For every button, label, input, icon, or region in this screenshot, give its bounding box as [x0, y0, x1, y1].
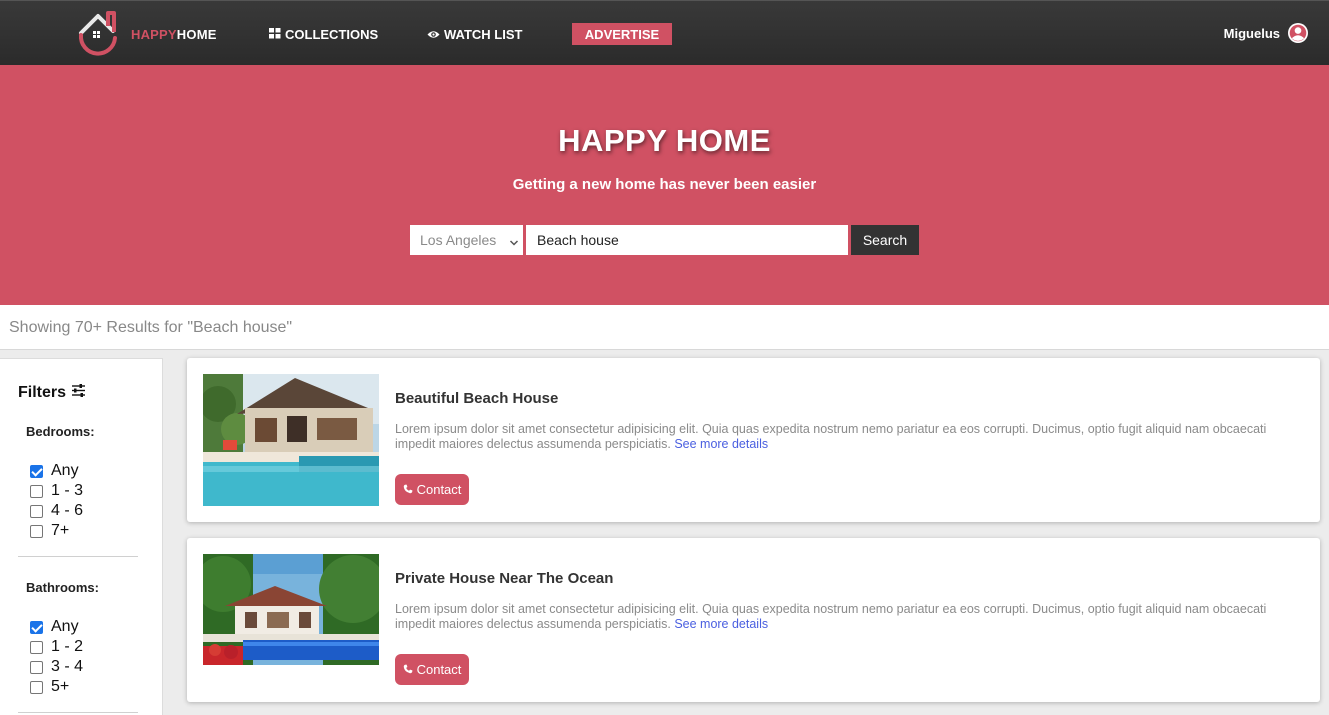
filters-title-label: Filters — [18, 384, 67, 401]
bathrooms-option-5-plus[interactable]: 5+ — [30, 678, 69, 696]
option-label: 3 - 4 — [51, 658, 84, 675]
bathrooms-any-checkbox[interactable] — [30, 620, 43, 634]
brand-part-1: HAPPY — [131, 27, 177, 42]
bedrooms-option-1-3[interactable]: 1 - 3 — [30, 482, 83, 500]
option-label: 4 - 6 — [51, 502, 84, 519]
bedrooms-1-3-checkbox[interactable] — [30, 484, 43, 498]
filters-divider — [18, 712, 138, 713]
listing-description: Lorem ipsum dolor sit amet consectetur a… — [395, 602, 1305, 632]
hero-banner: HAPPY HOME Getting a new home has never … — [0, 65, 1329, 305]
bedrooms-any-checkbox[interactable] — [30, 464, 43, 478]
listing-card: Private House Near The Ocean Lorem ipsum… — [187, 538, 1320, 702]
listing-description: Lorem ipsum dolor sit amet consectetur a… — [395, 422, 1305, 452]
user-circle-icon — [1288, 23, 1308, 43]
contact-button[interactable]: Contact — [395, 654, 469, 685]
bathrooms-option-any[interactable]: Any — [30, 618, 79, 636]
bathrooms-5-plus-checkbox[interactable] — [30, 680, 43, 694]
brand-link[interactable]: HAPPYHOME — [131, 27, 217, 42]
listing-title[interactable]: Beautiful Beach House — [395, 390, 558, 407]
nav-watch-list[interactable]: WATCH LIST — [427, 27, 522, 42]
option-label: Any — [51, 618, 79, 635]
bedrooms-7-plus-checkbox[interactable] — [30, 524, 43, 538]
listing-title[interactable]: Private House Near The Ocean — [395, 570, 613, 587]
city-select-value: Los Angeles — [420, 232, 497, 248]
bathrooms-1-2-checkbox[interactable] — [30, 640, 43, 654]
results-bar: Showing 70+ Results for "Beach house" — [0, 305, 1329, 350]
option-label: 1 - 3 — [51, 482, 84, 499]
bathrooms-option-3-4[interactable]: 3 - 4 — [30, 658, 83, 676]
results-count-text: Showing 70+ Results for "Beach house" — [9, 319, 293, 336]
listing-photo[interactable] — [203, 374, 379, 506]
search-input[interactable] — [526, 225, 848, 255]
filters-divider — [18, 556, 138, 557]
phone-icon — [403, 662, 413, 677]
grid-icon — [269, 27, 281, 42]
filters-sidebar: Filters Bedrooms: Any 1 - 3 4 - 6 7+ Bat… — [0, 358, 163, 715]
phone-icon — [403, 482, 413, 497]
option-label: 5+ — [51, 678, 70, 695]
see-more-link[interactable]: See more details — [674, 437, 768, 451]
nav-collections-label: COLLECTIONS — [285, 27, 379, 42]
listing-photo[interactable] — [203, 554, 379, 665]
search-button[interactable]: Search — [851, 225, 919, 255]
house-logo-icon[interactable] — [75, 7, 121, 57]
bedrooms-option-any[interactable]: Any — [30, 462, 79, 480]
user-menu[interactable]: Miguelus — [1224, 23, 1308, 43]
see-more-link[interactable]: See more details — [674, 617, 768, 631]
bedrooms-label: Bedrooms: — [26, 424, 95, 439]
listing-description-text: Lorem ipsum dolor sit amet consectetur a… — [395, 602, 1267, 631]
contact-button-label: Contact — [416, 662, 462, 677]
listing-card: Beautiful Beach House Lorem ipsum dolor … — [187, 358, 1320, 522]
nav-watch-list-label: WATCH LIST — [444, 27, 523, 42]
sliders-icon — [71, 384, 86, 402]
hero-title: HAPPY HOME — [558, 123, 771, 158]
contact-button[interactable]: Contact — [395, 474, 469, 505]
listing-description-text: Lorem ipsum dolor sit amet consectetur a… — [395, 422, 1267, 451]
nav-collections[interactable]: COLLECTIONS — [269, 27, 378, 42]
contact-button-label: Contact — [416, 482, 462, 497]
city-select[interactable]: Los Angeles — [410, 225, 523, 255]
bathrooms-label: Bathrooms: — [26, 580, 99, 595]
bedrooms-option-4-6[interactable]: 4 - 6 — [30, 502, 83, 520]
option-label: Any — [51, 462, 79, 479]
eye-icon — [427, 27, 440, 42]
advertise-button[interactable]: ADVERTISE — [572, 23, 672, 45]
bedrooms-4-6-checkbox[interactable] — [30, 504, 43, 518]
chevron-down-icon — [509, 235, 519, 246]
filters-title: Filters — [18, 384, 86, 402]
bedrooms-option-7-plus[interactable]: 7+ — [30, 522, 69, 540]
navbar: HAPPYHOME COLLECTIONS WATCH LIST ADVERTI… — [0, 0, 1329, 65]
bathrooms-3-4-checkbox[interactable] — [30, 660, 43, 674]
hero-subtitle: Getting a new home has never been easier — [512, 176, 817, 193]
option-label: 7+ — [51, 522, 70, 539]
username: Miguelus — [1223, 25, 1280, 41]
bathrooms-option-1-2[interactable]: 1 - 2 — [30, 638, 83, 656]
option-label: 1 - 2 — [51, 638, 84, 655]
brand-part-2: HOME — [176, 27, 217, 42]
